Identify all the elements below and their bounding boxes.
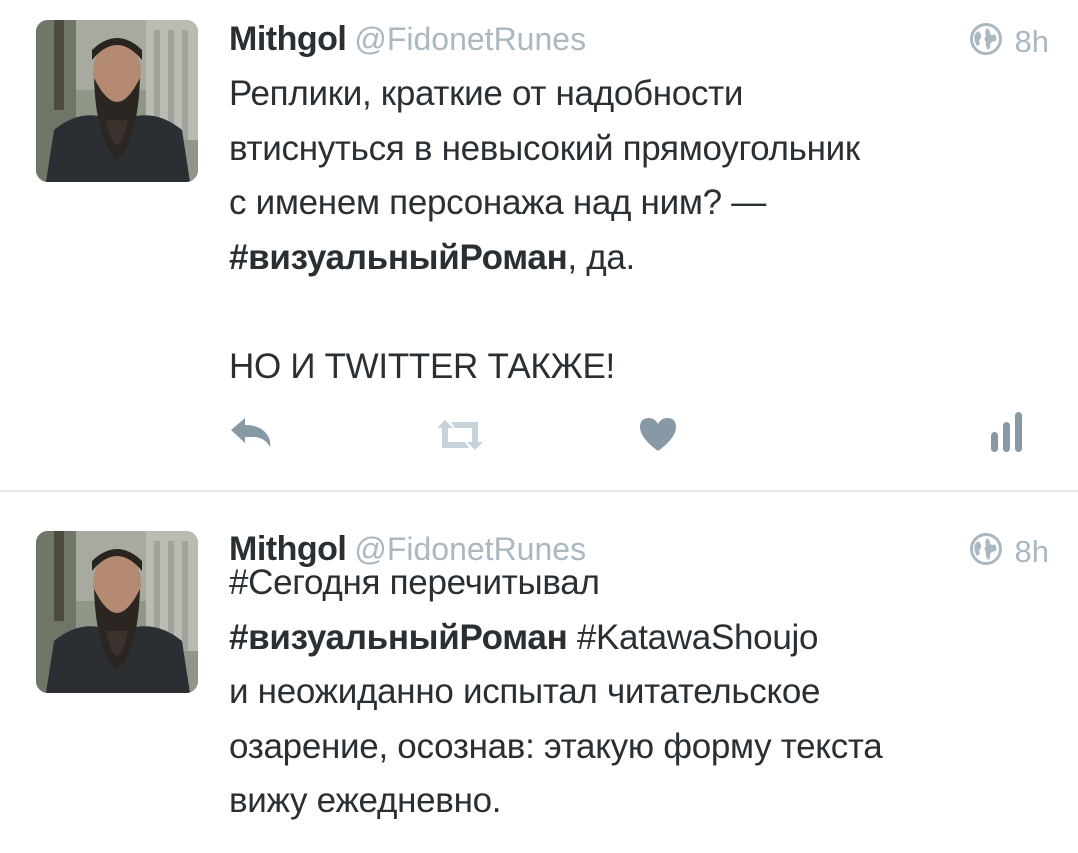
tweet-line: #визуальныйРоман #KatawaShoujo (229, 611, 1049, 666)
tweet[interactable]: Mithgol @FidonetRunes 8h Реплики, краткие… (0, 0, 1078, 490)
tweet-text: #Сегодня перечитывал #визуальныйРоман #K… (229, 556, 1049, 829)
tweet-actions (0, 408, 1078, 458)
like-icon[interactable] (638, 416, 678, 457)
text-segment: втиснуться в невысокий прямоугольник (229, 128, 860, 168)
tweet-line: с именем персонажа над ним? — (229, 176, 1049, 231)
text-segment: и неожиданно испытал читательское (229, 672, 821, 711)
timestamp[interactable]: 8h (1015, 24, 1049, 60)
tweet-line: втиснуться в невысокий прямоугольник (229, 122, 1049, 177)
tweet-line: озарение, осознав: этакую форму текста (229, 720, 1049, 775)
tweet-divider (0, 490, 1078, 492)
avatar[interactable] (36, 20, 198, 182)
tweet-line: #визуальныйРоман, да. (229, 231, 1049, 286)
tweet-line: Реплики, краткие от надобности (229, 67, 1049, 122)
text-segment: Реплики, краткие от надобности (229, 74, 744, 113)
user-handle[interactable]: @FidonetRunes (354, 21, 586, 57)
text-segment: , да. (567, 237, 635, 277)
text-segment: вижу ежедневно. (229, 781, 502, 820)
hashtag-link[interactable]: #визуальныйРоман (229, 238, 568, 277)
analytics-icon[interactable] (990, 410, 1024, 459)
text-segment: с именем персонажа над ним? — (229, 183, 766, 222)
globe-icon (969, 22, 1003, 61)
tweet-text: Реплики, краткие от надобности втиснутьс… (229, 67, 1049, 394)
hashtag-link[interactable]: #KatawaShoujo (567, 618, 819, 657)
display-name[interactable]: Mithgol (229, 20, 347, 58)
hashtag-link[interactable]: #визуальныйРоман (229, 618, 568, 657)
tweet-meta: 8h (969, 22, 1049, 61)
reply-icon[interactable] (229, 416, 273, 453)
text-segment: озарение, осознав: этакую форму текста (229, 726, 883, 766)
text-segment: НО И TWITTER ТАКЖЕ! (229, 346, 615, 386)
tweet-line: и неожиданно испытал читательское (229, 665, 1049, 720)
tweet-header: Mithgol @FidonetRunes 8h (229, 20, 1049, 64)
avatar[interactable] (36, 531, 198, 693)
hashtag-link[interactable]: #Сегодня перечитывал (229, 563, 600, 602)
tweet-line: вижу ежедневно. (229, 774, 1049, 829)
tweet-line: #Сегодня перечитывал (229, 556, 1049, 611)
tweet-line: НО И TWITTER ТАКЖЕ! (229, 340, 1049, 395)
retweet-icon[interactable] (433, 418, 487, 457)
